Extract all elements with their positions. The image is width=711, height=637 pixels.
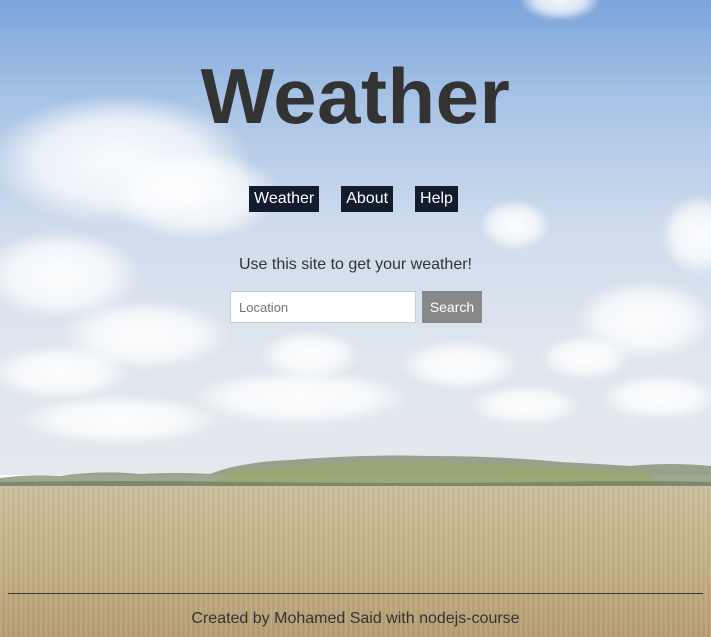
page-title: Weather xyxy=(200,52,511,140)
tagline: Use this site to get your weather! xyxy=(239,256,472,273)
footer: Created by Mohamed Said with nodejs-cour… xyxy=(8,593,703,628)
search-form: Search xyxy=(230,291,482,323)
cloud xyxy=(20,395,220,445)
location-input[interactable] xyxy=(230,291,416,323)
nav-link-about[interactable]: About xyxy=(341,186,394,212)
cloud xyxy=(470,385,580,425)
cloud xyxy=(600,375,711,420)
cloud xyxy=(260,330,360,380)
cloud xyxy=(400,340,520,390)
cloud xyxy=(540,335,630,380)
nav-link-weather[interactable]: Weather xyxy=(249,186,320,212)
nav-link-help[interactable]: Help xyxy=(415,186,458,212)
search-button[interactable]: Search xyxy=(422,291,482,323)
footer-credit: Created by Mohamed Said with nodejs-cour… xyxy=(191,610,520,627)
nav-bar: Weather About Help xyxy=(0,186,711,212)
